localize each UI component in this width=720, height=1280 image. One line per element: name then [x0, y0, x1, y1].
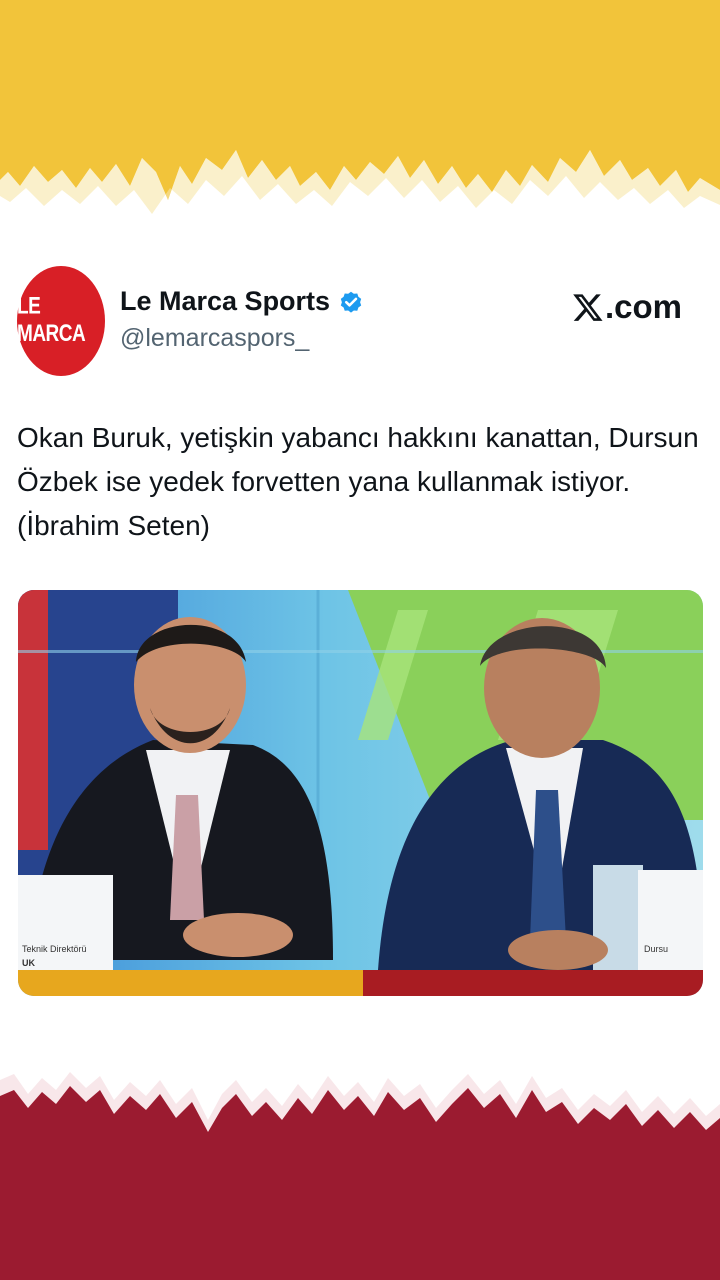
name-card-right-text: Dursu — [644, 944, 668, 954]
x-com-brand: .com — [572, 288, 682, 326]
name-card-left-text: Teknik Direktörü — [22, 944, 87, 954]
tweet-media-photo[interactable]: Teknik Direktörü UK Dursu — [18, 590, 703, 996]
name-card-left-text-2: UK — [22, 958, 35, 968]
top-decorative-band — [0, 0, 720, 214]
profile-avatar[interactable]: LE MARCA — [17, 266, 105, 376]
brand-text: .com — [605, 288, 683, 325]
tweet-text: Okan Buruk, yetişkin yabancı hakkını kan… — [17, 422, 699, 541]
display-name[interactable]: Le Marca Sports — [120, 286, 364, 317]
avatar-text: LE MARCA — [17, 293, 86, 348]
verified-badge-icon — [340, 291, 362, 313]
bottom-decorative-band — [0, 1072, 720, 1280]
display-name-text: Le Marca Sports — [120, 286, 331, 316]
user-handle[interactable]: @lemarcaspors_ — [120, 324, 309, 353]
x-logo-icon — [573, 294, 603, 321]
